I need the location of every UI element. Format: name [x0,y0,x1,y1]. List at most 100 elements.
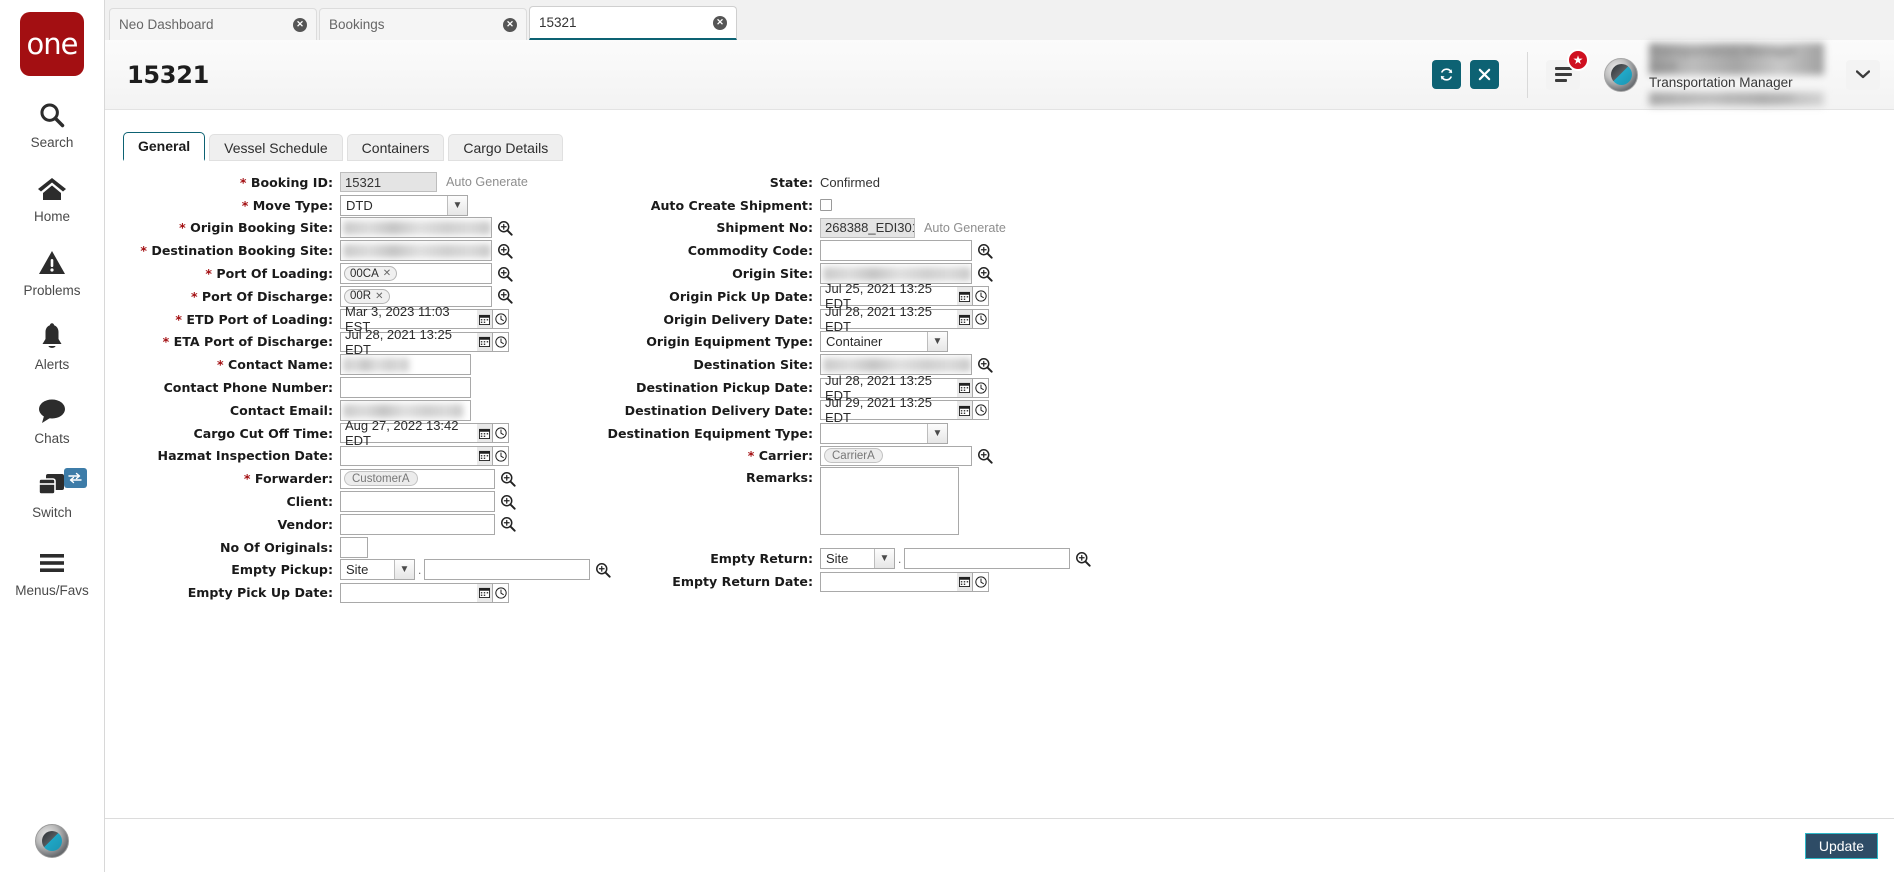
empty-return-site-input[interactable] [904,548,1071,570]
clock-icon[interactable] [973,400,989,421]
client-input[interactable] [340,491,495,513]
calendar-icon[interactable] [957,571,973,592]
magnifier-plus-icon[interactable] [495,220,515,236]
destination-equipment-type-select[interactable]: ▼ [820,422,948,444]
contact-phone-number-input[interactable] [340,377,471,399]
magnifier-plus-icon[interactable] [498,494,518,510]
clock-icon[interactable] [973,309,989,330]
avatar[interactable] [35,824,69,858]
tab-cargo-details[interactable]: Cargo Details [448,134,564,161]
origin-booking-site-input[interactable] [340,217,492,239]
destination-booking-site-input[interactable] [340,240,492,262]
chip-remove-icon[interactable]: ✕ [375,291,383,302]
user-avatar-icon[interactable] [1604,57,1638,92]
browser-tab-strip: Neo Dashboard ✕ Bookings ✕ 15321 ✕ [105,0,1894,40]
sidebar-item-alerts[interactable]: Alerts [0,320,105,372]
calendar-icon[interactable] [957,309,973,330]
tab-general[interactable]: General [123,132,206,161]
swap-arrows-icon[interactable] [63,468,87,488]
field-label: Vendor: [277,516,334,532]
clock-icon[interactable] [973,377,989,398]
calendar-icon[interactable] [957,286,973,307]
chip-token[interactable]: 00R ✕ [344,288,390,304]
remarks-textarea[interactable] [820,467,959,536]
browser-tab-15321[interactable]: 15321 ✕ [529,6,737,40]
calendar-icon[interactable] [957,400,973,421]
move-type-select[interactable]: DTD ▼ [340,194,468,216]
header-menu-button[interactable]: ★ [1546,48,1589,90]
clock-icon[interactable] [973,571,989,592]
clock-icon[interactable] [493,309,509,330]
booking-id-input[interactable]: 15321 [340,172,437,193]
calendar-icon[interactable] [477,331,493,352]
origin-equipment-type-select[interactable]: Container ▼ [820,331,948,353]
commodity-code-input[interactable] [820,240,972,262]
magnifier-plus-icon[interactable] [975,243,995,259]
empty-pickup-site-input[interactable] [424,559,591,581]
destination-delivery-date-input[interactable]: Jul 29, 2021 13:25 EDT [820,395,957,425]
field-label: * Origin Booking Site: [179,220,333,236]
close-circle-icon[interactable]: ✕ [713,15,727,30]
user-menu-chevron[interactable] [1846,59,1880,90]
empty-pickup-type-select[interactable]: Site ▼ [340,559,415,581]
magnifier-plus-icon[interactable] [498,471,518,487]
clock-icon[interactable] [973,286,989,307]
port-of-loading-input[interactable]: 00CA ✕ [340,263,492,285]
clock-icon[interactable] [493,331,509,352]
browser-tab-bookings[interactable]: Bookings ✕ [319,8,527,40]
clock-icon[interactable] [493,582,509,603]
field-label: * ETA Port of Discharge: [162,334,333,350]
calendar-icon[interactable] [477,309,493,330]
sidebar-item-problems[interactable]: Problems [0,246,105,298]
shipment-no-input[interactable]: 268388_EDI301_ [820,217,915,238]
close-circle-icon[interactable]: ✕ [293,17,307,32]
clock-icon[interactable] [493,423,509,444]
magnifier-plus-icon[interactable] [495,288,515,305]
magnifier-plus-icon[interactable] [975,266,995,282]
contact-name-input[interactable] [340,354,471,376]
sidebar-item-menus-favs[interactable]: Menus/Favs [0,546,105,598]
clock-icon[interactable] [493,445,509,466]
empty-return-type-select[interactable]: Site ▼ [820,548,895,570]
field-label: * Destination Booking Site: [140,243,333,259]
sidebar-item-switch[interactable]: Switch [0,468,105,520]
close-circle-icon[interactable]: ✕ [503,17,517,32]
chip-token[interactable]: 00CA ✕ [344,266,398,282]
calendar-icon[interactable] [477,582,493,603]
sidebar-item-home[interactable]: Home [0,172,105,224]
carrier-input[interactable]: CarrierA [820,445,972,466]
sidebar-item-search[interactable]: Search [0,98,105,150]
update-button[interactable]: Update [1804,832,1878,859]
eta-port-of-discharge-input[interactable]: Jul 28, 2021 13:25 EDT [340,327,477,357]
hazmat-inspection-date-input[interactable] [340,445,477,466]
close-button[interactable] [1470,60,1499,89]
magnifier-plus-icon[interactable] [1073,551,1093,567]
contact-email-input[interactable] [340,399,471,421]
origin-delivery-date-input[interactable]: Jul 28, 2021 13:25 EDT [820,304,957,334]
vendor-input[interactable] [340,513,495,535]
magnifier-plus-icon[interactable] [975,357,995,373]
chip-remove-icon[interactable]: ✕ [383,268,391,279]
chevron-down-icon [1856,70,1870,79]
refresh-button[interactable] [1432,60,1461,89]
magnifier-plus-icon[interactable] [975,448,995,464]
auto-create-shipment-checkbox[interactable] [820,199,832,212]
tab-containers[interactable]: Containers [346,134,445,161]
cargo-cut-off-time-input[interactable]: Aug 27, 2022 13:42 EDT [340,418,477,448]
destination-site-input[interactable] [820,354,972,376]
magnifier-plus-icon[interactable] [495,243,515,259]
browser-tab-neo-dashboard[interactable]: Neo Dashboard ✕ [109,8,317,40]
tab-vessel-schedule[interactable]: Vessel Schedule [209,134,343,161]
calendar-icon[interactable] [957,377,973,398]
empty-pick-up-date-input[interactable] [340,582,477,603]
sidebar-item-chats[interactable]: Chats [0,394,105,446]
calendar-icon[interactable] [477,423,493,444]
magnifier-plus-icon[interactable] [495,266,515,282]
empty-return-date-input[interactable] [820,571,957,592]
origin-site-input[interactable] [820,263,972,285]
forwarder-input[interactable]: CustomerA [340,468,495,489]
calendar-icon[interactable] [477,445,493,466]
no-of-originals-input[interactable] [340,536,368,558]
app-logo[interactable]: one [20,12,84,76]
magnifier-plus-icon[interactable] [498,516,518,532]
